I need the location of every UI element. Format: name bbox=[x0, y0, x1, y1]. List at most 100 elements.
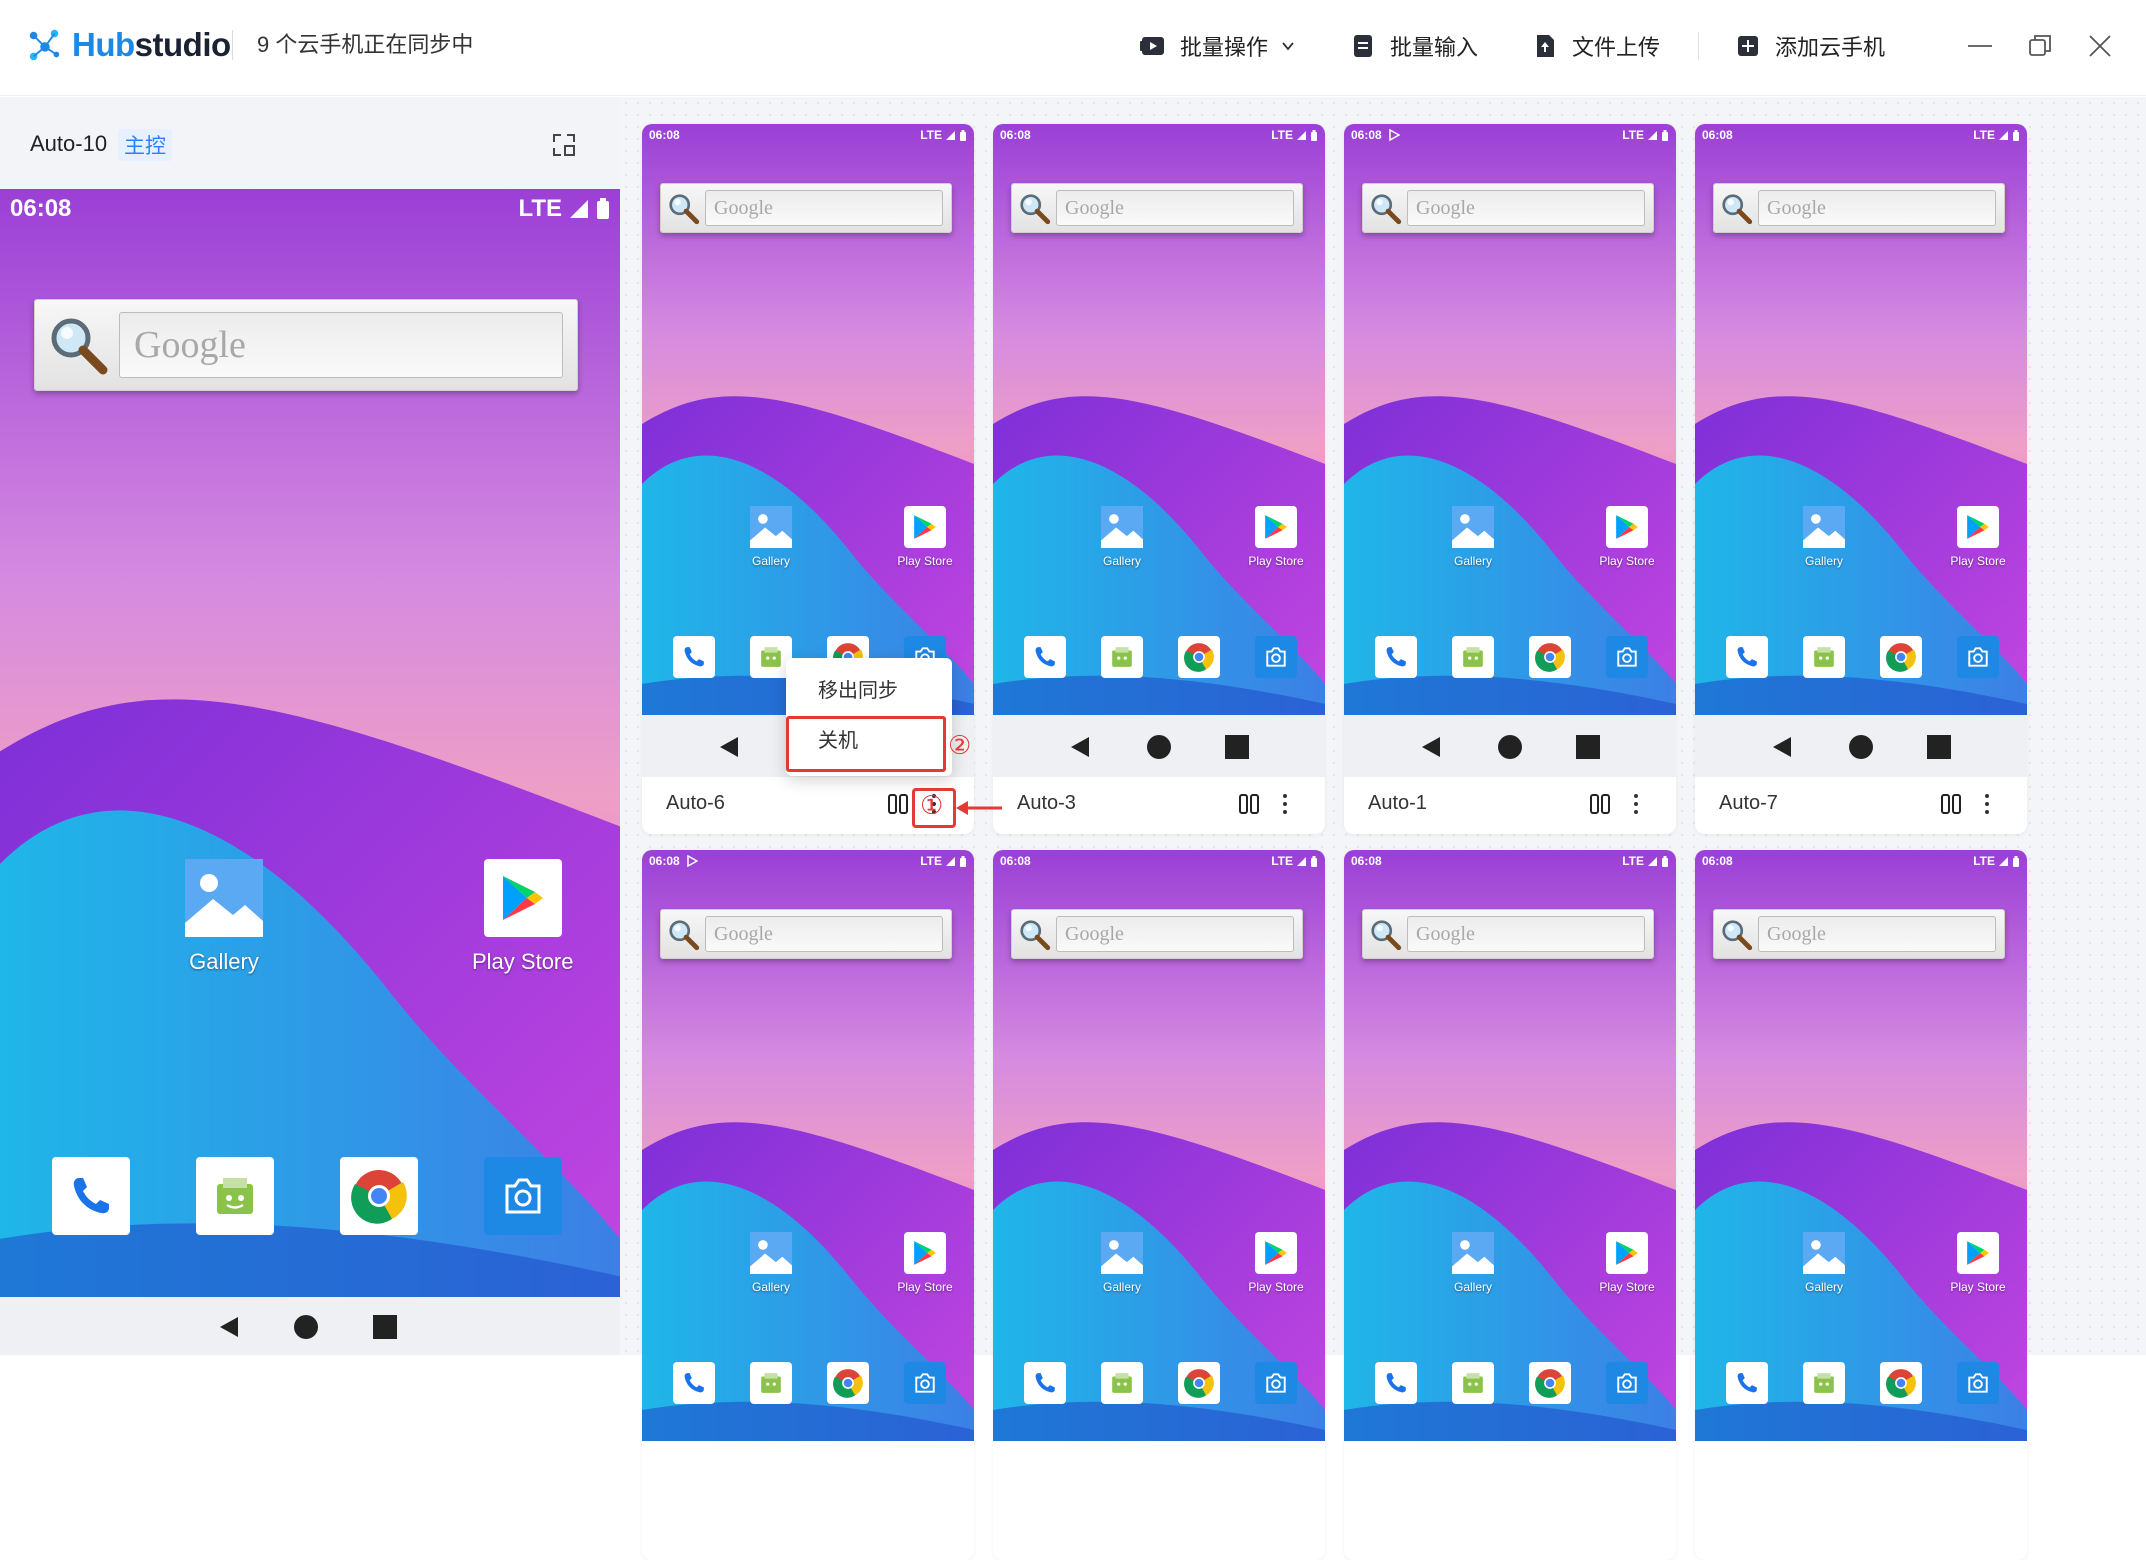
batch-ops-button[interactable]: 批量操作 bbox=[1140, 26, 1296, 66]
recents-icon[interactable] bbox=[1225, 735, 1249, 759]
phone-card-screen[interactable]: 06:08 LTE Google Gallery Play Store bbox=[993, 850, 1325, 1441]
play-store-app[interactable]: Play Store bbox=[1594, 1232, 1660, 1294]
chrome-app-icon[interactable] bbox=[1178, 1362, 1220, 1404]
camera-app-icon[interactable] bbox=[1606, 636, 1648, 678]
phone-card-screen[interactable]: 06:08 LTE Google Gallery Play Store bbox=[1344, 850, 1676, 1441]
phone-app-icon[interactable] bbox=[1024, 636, 1066, 678]
menu-item-remove-sync[interactable]: 移出同步 bbox=[786, 666, 952, 716]
expand-icon[interactable] bbox=[552, 133, 576, 157]
phone-card[interactable]: 06:08 LTE Google bbox=[1344, 124, 1676, 834]
gallery-app[interactable]: Gallery bbox=[1097, 1232, 1147, 1294]
phone-app-icon[interactable] bbox=[1024, 1362, 1066, 1404]
camera-app-icon[interactable] bbox=[1255, 636, 1297, 678]
gallery-app[interactable]: Gallery bbox=[185, 859, 263, 975]
chrome-app-icon[interactable] bbox=[827, 1362, 869, 1404]
google-search-widget[interactable]: Google bbox=[1713, 183, 2005, 233]
add-phone-button[interactable]: 添加云手机 bbox=[1735, 26, 1885, 66]
messaging-app-icon[interactable] bbox=[1101, 636, 1143, 678]
close-button[interactable] bbox=[2082, 28, 2118, 64]
chrome-app-icon[interactable] bbox=[1529, 636, 1571, 678]
phone-card-screen[interactable]: 06:08 LTE Google Gallery Play Store bbox=[642, 850, 974, 1441]
search-input[interactable]: Google bbox=[1056, 916, 1294, 952]
master-phone-screen[interactable]: 06:08 LTE Google Gallery Play Store bbox=[0, 189, 620, 1297]
phone-app-icon[interactable] bbox=[1375, 1362, 1417, 1404]
gallery-app[interactable]: Gallery bbox=[1448, 506, 1498, 568]
phone-app-icon[interactable] bbox=[673, 636, 715, 678]
gallery-app[interactable]: Gallery bbox=[1448, 1232, 1498, 1294]
minimize-button[interactable] bbox=[1962, 28, 1998, 64]
search-input[interactable]: Google bbox=[705, 916, 943, 952]
recents-icon[interactable] bbox=[373, 1315, 397, 1339]
play-store-app[interactable]: Play Store bbox=[1243, 1232, 1309, 1294]
google-search-widget[interactable]: Google bbox=[1713, 909, 2005, 959]
phone-card-screen[interactable]: 06:08 LTE Google Gallery Play Store bbox=[1695, 124, 2027, 715]
home-icon[interactable] bbox=[1497, 734, 1523, 760]
google-search-widget[interactable]: Google bbox=[1011, 183, 1303, 233]
phone-card[interactable]: 06:08 LTE Google bbox=[642, 850, 974, 1560]
play-store-app[interactable]: Play Store bbox=[1945, 1232, 2011, 1294]
messaging-app-icon[interactable] bbox=[1452, 1362, 1494, 1404]
master-phone[interactable]: 06:08 LTE Google Gallery Play Store bbox=[0, 189, 620, 1355]
search-input[interactable]: Google bbox=[1056, 190, 1294, 226]
more-vertical-icon[interactable] bbox=[1630, 791, 1642, 817]
camera-app-icon[interactable] bbox=[1957, 636, 1999, 678]
google-search-widget[interactable]: Google bbox=[1011, 909, 1303, 959]
messaging-app-icon[interactable] bbox=[1101, 1362, 1143, 1404]
play-store-app[interactable]: Play Store bbox=[472, 859, 574, 975]
gallery-app[interactable]: Gallery bbox=[1799, 1232, 1849, 1294]
google-search-widget[interactable]: Google bbox=[1362, 183, 1654, 233]
phone-card[interactable]: 06:08 LTE Google bbox=[1344, 850, 1676, 1560]
google-search-widget[interactable]: Google bbox=[660, 183, 952, 233]
restore-button[interactable] bbox=[2022, 28, 2058, 64]
play-store-app[interactable]: Play Store bbox=[1243, 506, 1309, 568]
back-icon[interactable] bbox=[1420, 735, 1442, 759]
recents-icon[interactable] bbox=[1576, 735, 1600, 759]
phone-app-icon[interactable] bbox=[1726, 1362, 1768, 1404]
messaging-app-icon[interactable] bbox=[1452, 636, 1494, 678]
messaging-app-icon[interactable] bbox=[750, 1362, 792, 1404]
chrome-app-icon[interactable] bbox=[1529, 1362, 1571, 1404]
messaging-app-icon[interactable] bbox=[1803, 636, 1845, 678]
phone-card-screen[interactable]: 06:08 LTE Google Gallery Play Store bbox=[993, 124, 1325, 715]
camera-app-icon[interactable] bbox=[904, 1362, 946, 1404]
phone-card-screen[interactable]: 06:08 LTE Google Gallery Play Store bbox=[642, 124, 974, 715]
google-search-widget[interactable]: Google bbox=[34, 299, 578, 391]
phone-card[interactable]: 06:08 LTE Google bbox=[993, 850, 1325, 1560]
phone-card-screen[interactable]: 06:08 LTE Google Gallery Play Store bbox=[1695, 850, 2027, 1441]
play-store-app[interactable]: Play Store bbox=[1945, 506, 2011, 568]
back-icon[interactable] bbox=[1771, 735, 1793, 759]
camera-app-icon[interactable] bbox=[484, 1157, 562, 1235]
back-icon[interactable] bbox=[218, 1315, 240, 1339]
file-upload-button[interactable]: 文件上传 bbox=[1532, 26, 1660, 66]
phone-app-icon[interactable] bbox=[1375, 636, 1417, 678]
recents-icon[interactable] bbox=[1927, 735, 1951, 759]
messaging-app-icon[interactable] bbox=[196, 1157, 274, 1235]
play-store-app[interactable]: Play Store bbox=[1594, 506, 1660, 568]
chrome-app-icon[interactable] bbox=[1880, 1362, 1922, 1404]
gallery-app[interactable]: Gallery bbox=[1799, 506, 1849, 568]
phone-app-icon[interactable] bbox=[52, 1157, 130, 1235]
chrome-app-icon[interactable] bbox=[1880, 636, 1922, 678]
chrome-app-icon[interactable] bbox=[340, 1157, 418, 1235]
camera-app-icon[interactable] bbox=[1957, 1362, 1999, 1404]
google-search-widget[interactable]: Google bbox=[1362, 909, 1654, 959]
play-store-app[interactable]: Play Store bbox=[892, 1232, 958, 1294]
phone-app-icon[interactable] bbox=[673, 1362, 715, 1404]
home-icon[interactable] bbox=[1146, 734, 1172, 760]
home-icon[interactable] bbox=[293, 1314, 319, 1340]
back-icon[interactable] bbox=[1069, 735, 1091, 759]
camera-app-icon[interactable] bbox=[1606, 1362, 1648, 1404]
google-search-widget[interactable]: Google bbox=[660, 909, 952, 959]
phone-app-icon[interactable] bbox=[1726, 636, 1768, 678]
chrome-app-icon[interactable] bbox=[1178, 636, 1220, 678]
search-input[interactable]: Google bbox=[1407, 916, 1645, 952]
search-input[interactable]: Google bbox=[705, 190, 943, 226]
search-input[interactable]: Google bbox=[1758, 916, 1996, 952]
phone-card[interactable]: 06:08 LTE Google bbox=[1695, 850, 2027, 1560]
sync-toggle-icon[interactable] bbox=[1238, 793, 1260, 815]
search-input[interactable]: Google bbox=[119, 312, 563, 378]
gallery-app[interactable]: Gallery bbox=[746, 1232, 796, 1294]
sync-toggle-icon[interactable] bbox=[887, 793, 909, 815]
sync-toggle-icon[interactable] bbox=[1589, 793, 1611, 815]
phone-card-screen[interactable]: 06:08 LTE Google Gallery Play Store bbox=[1344, 124, 1676, 715]
